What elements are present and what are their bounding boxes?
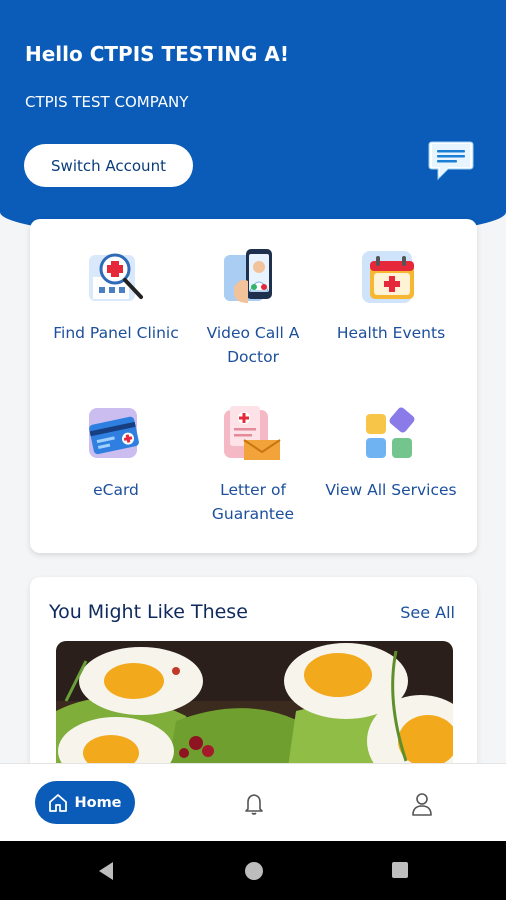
service-label: View All Services: [325, 481, 457, 499]
switch-account-button[interactable]: Switch Account: [24, 144, 193, 187]
system-navigation-bar: [0, 841, 506, 900]
nav-home-label: Home: [74, 794, 122, 811]
service-video-call[interactable]: Video Call A Doctor: [183, 247, 323, 369]
service-label: Letter of Guarantee: [211, 481, 295, 523]
food-image[interactable]: [56, 641, 453, 777]
header-banner: [0, 0, 506, 240]
home-circle-icon[interactable]: [243, 860, 265, 882]
back-icon[interactable]: [96, 860, 116, 882]
chat-bubble-icon[interactable]: [428, 140, 474, 182]
food-eggs-avocado-toast-icon: [56, 641, 453, 777]
recommendations-card: You Might Like These See All: [30, 577, 477, 777]
service-find-panel-clinic[interactable]: Find Panel Clinic: [46, 247, 186, 345]
service-letter-of-guarantee[interactable]: Letter of Guarantee: [183, 404, 323, 526]
section-title: You Might Like These: [49, 601, 248, 623]
service-label: Find Panel Clinic: [53, 324, 179, 342]
bell-icon[interactable]: [242, 791, 266, 817]
home-icon: [49, 793, 68, 812]
service-ecard[interactable]: eCard: [46, 404, 186, 502]
service-label: eCard: [93, 481, 139, 499]
bottom-navigation: Home: [0, 763, 506, 841]
service-label: Health Events: [336, 324, 446, 342]
user-icon[interactable]: [410, 791, 434, 817]
greeting-text: Hello CTPIS TESTING A!: [25, 42, 290, 66]
clinic-search-icon: [89, 253, 143, 301]
service-view-all[interactable]: View All Services: [321, 404, 461, 502]
grid-services-icon: [366, 407, 415, 458]
letter-icon: [224, 406, 281, 460]
service-health-events[interactable]: Health Events: [321, 247, 461, 345]
nav-home-button[interactable]: Home: [35, 781, 135, 824]
video-call-icon: [224, 249, 272, 303]
see-all-link[interactable]: See All: [400, 603, 455, 622]
calendar-health-icon: [362, 251, 414, 303]
ecard-icon: [89, 408, 139, 458]
company-name: CTPIS TEST COMPANY: [25, 93, 189, 111]
service-label: Video Call A Doctor: [206, 324, 300, 366]
services-card: Find Panel Clinic Video Call A Doctor He…: [30, 219, 477, 553]
recents-icon[interactable]: [390, 860, 410, 880]
